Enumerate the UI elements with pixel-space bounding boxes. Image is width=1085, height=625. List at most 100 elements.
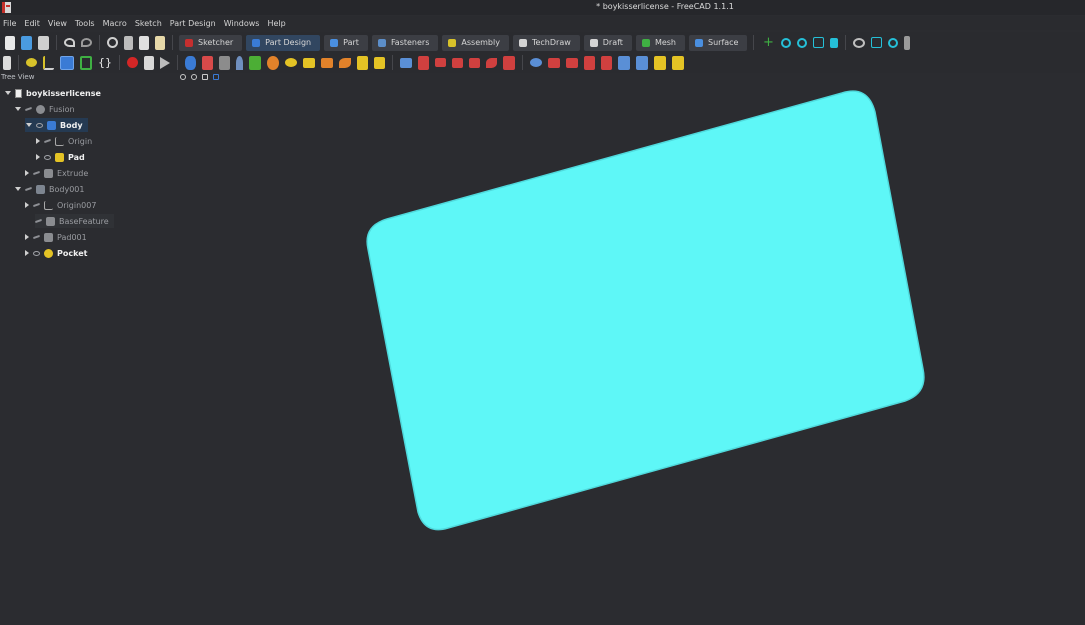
subtractive-pipe-icon[interactable] — [469, 57, 480, 68]
additive-shape-icon[interactable] — [249, 55, 261, 70]
expand-arrow-icon[interactable] — [15, 107, 21, 111]
expand-arrow-icon[interactable] — [36, 154, 40, 160]
refresh-icon[interactable] — [107, 37, 118, 48]
visibility-hidden-icon[interactable] — [32, 234, 41, 240]
tree-item-body[interactable]: Body — [25, 118, 88, 132]
validate-sketch-icon[interactable] — [219, 55, 230, 70]
3d-viewport[interactable] — [230, 72, 1085, 625]
workbench-assembly-button[interactable]: Assembly — [442, 34, 509, 51]
visibility-hidden-icon[interactable] — [32, 202, 41, 208]
add-icon[interactable]: + — [761, 36, 775, 50]
visibility-hidden-icon[interactable] — [24, 106, 33, 112]
coordinate-system-icon[interactable] — [43, 55, 54, 70]
box-select-icon[interactable] — [871, 37, 883, 48]
tree-item-document[interactable]: boykisserlicense — [5, 86, 106, 100]
new-body-icon[interactable] — [185, 55, 196, 70]
menu-sketch[interactable]: Sketch — [131, 19, 166, 28]
revolution-icon[interactable] — [285, 58, 297, 67]
save-icon[interactable] — [38, 35, 49, 50]
cut-icon[interactable] — [124, 35, 133, 50]
groove-icon[interactable] — [435, 58, 446, 67]
draft-feature-icon[interactable] — [566, 57, 578, 68]
visibility-hidden-icon[interactable] — [24, 186, 33, 192]
tree-item-pad001[interactable]: Pad001 — [25, 230, 92, 244]
macro-editor-icon[interactable] — [144, 55, 154, 70]
visibility-hidden-icon[interactable] — [32, 170, 41, 176]
tree-item-body001[interactable]: Body001 — [15, 182, 89, 196]
workbench-mesh-button[interactable]: Mesh — [635, 34, 685, 51]
record-macro-icon[interactable] — [127, 57, 138, 68]
copy-icon[interactable] — [139, 35, 149, 50]
menu-windows[interactable]: Windows — [220, 19, 264, 28]
expand-arrow-icon[interactable] — [5, 91, 11, 95]
workbench-draft-button[interactable]: Draft — [583, 34, 632, 51]
hole-icon[interactable] — [418, 55, 429, 70]
pocket-icon[interactable] — [400, 57, 412, 68]
license-card-shape[interactable] — [366, 90, 925, 531]
zoom-fit-icon[interactable] — [797, 37, 808, 48]
tree-item-fusion[interactable]: Fusion — [15, 102, 80, 116]
additive-helix-icon[interactable] — [339, 57, 351, 68]
menu-view[interactable]: View — [44, 19, 71, 28]
zoom-in-icon[interactable] — [781, 37, 792, 48]
workbench-sketcher-button[interactable]: Sketcher — [179, 34, 243, 51]
run-macro-icon[interactable] — [160, 56, 170, 69]
expand-arrow-icon[interactable] — [25, 170, 29, 176]
linear-pattern-icon[interactable] — [636, 55, 648, 70]
whats-this-icon[interactable] — [3, 55, 11, 70]
tree-item-extrude[interactable]: Extrude — [25, 166, 93, 180]
paste-icon[interactable] — [155, 35, 165, 50]
menu-edit[interactable]: Edit — [20, 19, 44, 28]
tree-item-pad[interactable]: Pad — [36, 150, 90, 164]
menu-help[interactable]: Help — [263, 19, 289, 28]
measure-icon[interactable] — [904, 35, 911, 50]
menu-macro[interactable]: Macro — [99, 19, 131, 28]
new-sketch-icon[interactable] — [202, 55, 213, 70]
expand-arrow-icon[interactable] — [15, 187, 21, 191]
workbench-part-button[interactable]: Part — [324, 34, 368, 51]
open-document-icon[interactable] — [21, 35, 32, 50]
menu-tools[interactable]: Tools — [71, 19, 99, 28]
menu-part-design[interactable]: Part Design — [166, 19, 220, 28]
tree-settings-icon[interactable] — [191, 74, 197, 80]
visibility-hidden-icon[interactable] — [34, 218, 43, 224]
polar-pattern-icon[interactable] — [654, 55, 666, 70]
expand-arrow-icon[interactable] — [25, 250, 29, 256]
visibility-shown-icon[interactable] — [44, 154, 51, 160]
multi-transform-icon[interactable] — [672, 55, 684, 70]
workbench-techdraw-button[interactable]: TechDraw — [512, 34, 580, 51]
additive-box-icon[interactable] — [374, 56, 385, 69]
body-icon[interactable] — [60, 55, 74, 70]
thickness-icon[interactable] — [584, 55, 595, 70]
boolean-icon[interactable] — [601, 55, 612, 70]
mirrored-icon[interactable] — [618, 55, 630, 70]
clone-icon[interactable] — [236, 55, 243, 70]
workbench-part-design-button[interactable]: Part Design — [246, 34, 321, 51]
tree-item-origin[interactable]: Origin — [36, 134, 97, 148]
new-document-icon[interactable] — [5, 35, 15, 50]
tree-collapse-icon[interactable] — [202, 74, 208, 80]
pad-icon[interactable] — [267, 55, 279, 70]
additive-primitive-icon[interactable] — [357, 55, 368, 70]
additive-pipe-icon[interactable] — [321, 57, 333, 68]
subtractive-loft-icon[interactable] — [452, 57, 463, 68]
view-cube-icon[interactable] — [813, 37, 825, 48]
expression-icon[interactable]: {} — [98, 56, 112, 70]
link-icon[interactable] — [80, 55, 92, 70]
tree-item-basefeature[interactable]: BaseFeature — [34, 214, 114, 228]
expand-arrow-icon[interactable] — [26, 123, 32, 127]
expand-arrow-icon[interactable] — [25, 202, 29, 208]
tree-filter-icon[interactable] — [213, 74, 219, 80]
tree-sync-view-icon[interactable] — [180, 74, 186, 80]
redo-icon[interactable] — [81, 38, 92, 47]
fillet-icon[interactable] — [530, 58, 542, 67]
chamfer-icon[interactable] — [548, 57, 560, 68]
workbench-surface-button[interactable]: Surface — [689, 34, 748, 51]
additive-loft-icon[interactable] — [303, 57, 315, 68]
visibility-shown-icon[interactable] — [36, 122, 43, 128]
visibility-shown-icon[interactable] — [33, 250, 40, 256]
view-front-icon[interactable] — [830, 37, 839, 48]
draw-style-icon[interactable] — [853, 37, 866, 48]
visibility-hidden-icon[interactable] — [43, 138, 52, 144]
expand-arrow-icon[interactable] — [36, 138, 40, 144]
